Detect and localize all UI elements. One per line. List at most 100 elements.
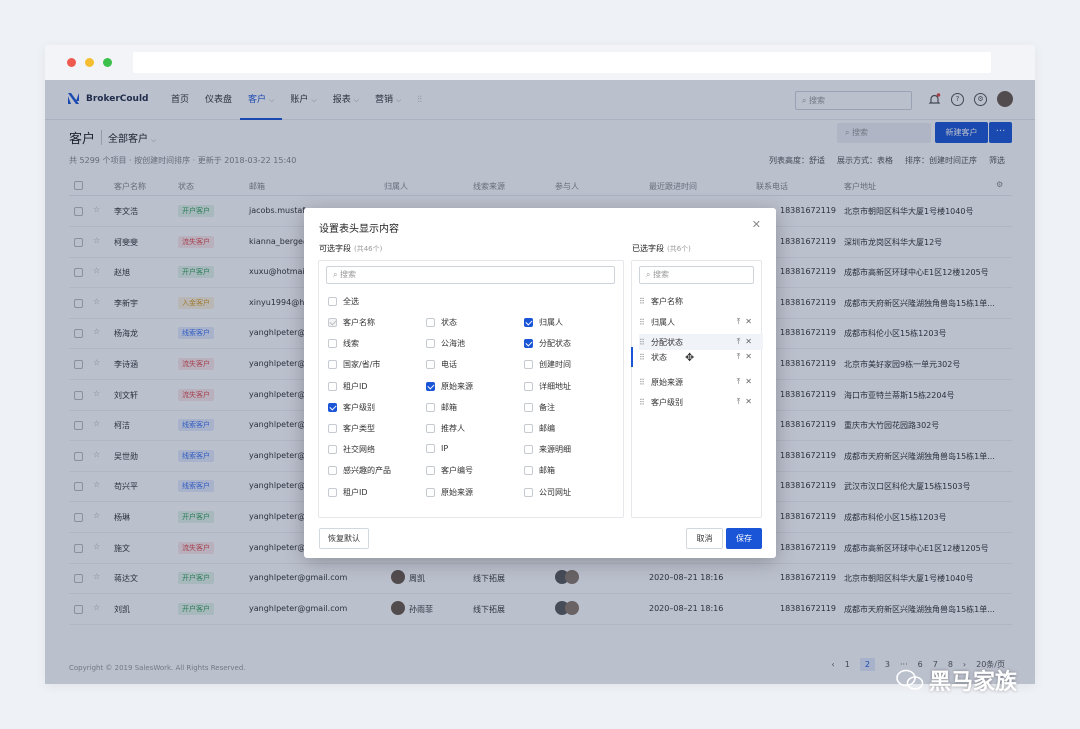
field-option[interactable]: 原始来源 [426, 381, 473, 392]
checkbox[interactable] [328, 466, 337, 476]
pin-top-icon[interactable]: ⤒ [737, 352, 746, 361]
drag-handle-icon[interactable]: ⠿ [639, 338, 651, 347]
field-label: 社交网络 [343, 445, 375, 455]
checkbox[interactable] [426, 360, 435, 370]
field-option[interactable]: 状态 [426, 317, 457, 328]
field-option[interactable]: 租户ID [328, 487, 368, 498]
checkbox[interactable] [328, 381, 337, 391]
field-option[interactable]: 国家/省/市 [328, 359, 380, 370]
checkbox[interactable] [328, 402, 337, 412]
checkbox[interactable] [524, 402, 533, 412]
checkbox[interactable] [426, 381, 435, 391]
field-option[interactable]: 推荐人 [426, 423, 465, 434]
field-option[interactable]: 来源明细 [524, 444, 571, 455]
label-count: (共6个) [667, 245, 691, 253]
maximize-dot[interactable] [103, 58, 112, 67]
pin-top-icon[interactable]: ⤒ [737, 397, 746, 406]
field-option[interactable]: 电话 [426, 359, 457, 370]
field-option[interactable]: 租户ID [328, 381, 368, 392]
checkbox[interactable] [524, 360, 533, 370]
checkbox[interactable] [328, 445, 337, 455]
item-actions: ⤒✕ [737, 352, 757, 362]
close-dot[interactable] [67, 58, 76, 67]
selected-field-item[interactable]: ⠿ 客户级别 ⤒✕ [639, 394, 763, 410]
checkbox[interactable] [328, 318, 337, 327]
drag-handle-icon[interactable]: ⠿ [639, 398, 651, 407]
field-option[interactable]: 公司网址 [524, 487, 571, 498]
field-option[interactable]: 分配状态 [524, 338, 571, 349]
field-option[interactable]: 客户名称 [328, 317, 375, 328]
field-option[interactable]: 客户级别 [328, 402, 375, 413]
label-count: (共46个) [354, 245, 383, 253]
checkbox[interactable] [426, 402, 435, 412]
watermark-text: 黑马家族 [929, 670, 1018, 695]
checkbox[interactable] [524, 445, 533, 455]
field-option[interactable]: 邮编 [524, 423, 555, 434]
checkbox[interactable] [524, 318, 533, 327]
checkbox[interactable] [328, 487, 337, 497]
field-option[interactable]: 备注 [524, 402, 555, 413]
field-option[interactable]: 详细地址 [524, 381, 571, 392]
checkbox[interactable] [328, 360, 337, 370]
drag-handle-icon[interactable]: ⠿ [639, 318, 651, 327]
field-option[interactable]: 邮箱 [426, 402, 457, 413]
remove-icon[interactable]: ✕ [745, 397, 757, 406]
field-option[interactable]: 归属人 [524, 317, 563, 328]
pin-top-icon[interactable]: ⤒ [737, 337, 746, 346]
checkbox[interactable] [426, 444, 435, 454]
pin-top-icon[interactable]: ⤒ [737, 317, 746, 326]
address-bar[interactable] [133, 52, 991, 73]
selected-field-item[interactable]: ⠿ 客户名称 [639, 293, 763, 309]
cancel-button[interactable]: 取消 [686, 528, 723, 549]
remove-icon[interactable]: ✕ [745, 337, 757, 346]
field-option[interactable]: 创建时间 [524, 359, 571, 370]
select-all-field[interactable]: 全选 [328, 296, 359, 307]
selected-search-input[interactable]: ⌕ 搜索 [639, 266, 754, 284]
field-label: 公司网址 [539, 487, 571, 497]
checkbox[interactable] [426, 466, 435, 476]
selected-field-item[interactable]: ⠿ 归属人 ⤒✕ [639, 314, 763, 330]
checkbox[interactable] [426, 487, 435, 497]
crm-app: BrokerCould 首页 仪表盘 客户 ⌵ 账户 ⌵ 报表 ⌵ 营销 ⌵ ⫶⫶ ⌕ … [45, 80, 1035, 684]
checkbox[interactable] [328, 339, 337, 349]
checkbox[interactable] [524, 424, 533, 433]
selected-field-item[interactable]: ⠿ 状态 ⤒✕ [639, 349, 763, 365]
field-label: 客户名称 [651, 296, 683, 306]
checkbox[interactable] [524, 339, 533, 349]
field-option[interactable]: 感兴趣的产品 [328, 465, 391, 476]
available-search-input[interactable]: ⌕ 搜索 [326, 266, 615, 284]
field-option[interactable]: 线索 [328, 338, 359, 349]
checkbox[interactable] [426, 424, 435, 433]
checkbox[interactable] [328, 297, 337, 306]
checkbox[interactable] [328, 424, 337, 433]
checkbox[interactable] [524, 466, 533, 476]
drag-handle-icon[interactable]: ⠿ [639, 378, 651, 387]
field-option[interactable]: 客户类型 [328, 423, 375, 434]
remove-icon[interactable]: ✕ [745, 317, 757, 326]
close-icon[interactable]: ✕ [752, 218, 761, 231]
field-option[interactable]: IP [426, 444, 448, 454]
remove-icon[interactable]: ✕ [745, 352, 757, 361]
field-option[interactable]: 公海池 [426, 338, 465, 349]
minimize-dot[interactable] [85, 58, 94, 67]
drag-handle-icon[interactable]: ⠿ [639, 353, 651, 362]
selected-field-item[interactable]: ⠿ 分配状态 ⤒✕ [639, 334, 763, 350]
reset-button[interactable]: 恢复默认 [319, 528, 369, 549]
selected-field-item[interactable]: ⠿ 原始来源 ⤒✕ [639, 374, 763, 390]
save-button[interactable]: 保存 [726, 528, 762, 549]
field-option[interactable]: 社交网络 [328, 444, 375, 455]
drag-handle-icon[interactable]: ⠿ [639, 297, 651, 306]
field-option[interactable]: 原始来源 [426, 487, 473, 498]
field-label: 邮箱 [441, 402, 457, 412]
field-label: 租户ID [343, 381, 368, 391]
checkbox[interactable] [426, 318, 435, 327]
wechat-icon [896, 669, 924, 690]
column-settings-dialog: 设置表头显示内容 ✕ 可选字段 (共46个) 已选字段 (共6个) ⌕ 搜索 ⌕ 搜… [304, 208, 776, 558]
field-option[interactable]: 客户编号 [426, 465, 473, 476]
checkbox[interactable] [524, 381, 533, 391]
pin-top-icon[interactable]: ⤒ [737, 377, 746, 386]
checkbox[interactable] [426, 339, 435, 349]
checkbox[interactable] [524, 487, 533, 497]
remove-icon[interactable]: ✕ [745, 377, 757, 386]
field-option[interactable]: 邮箱 [524, 465, 555, 476]
